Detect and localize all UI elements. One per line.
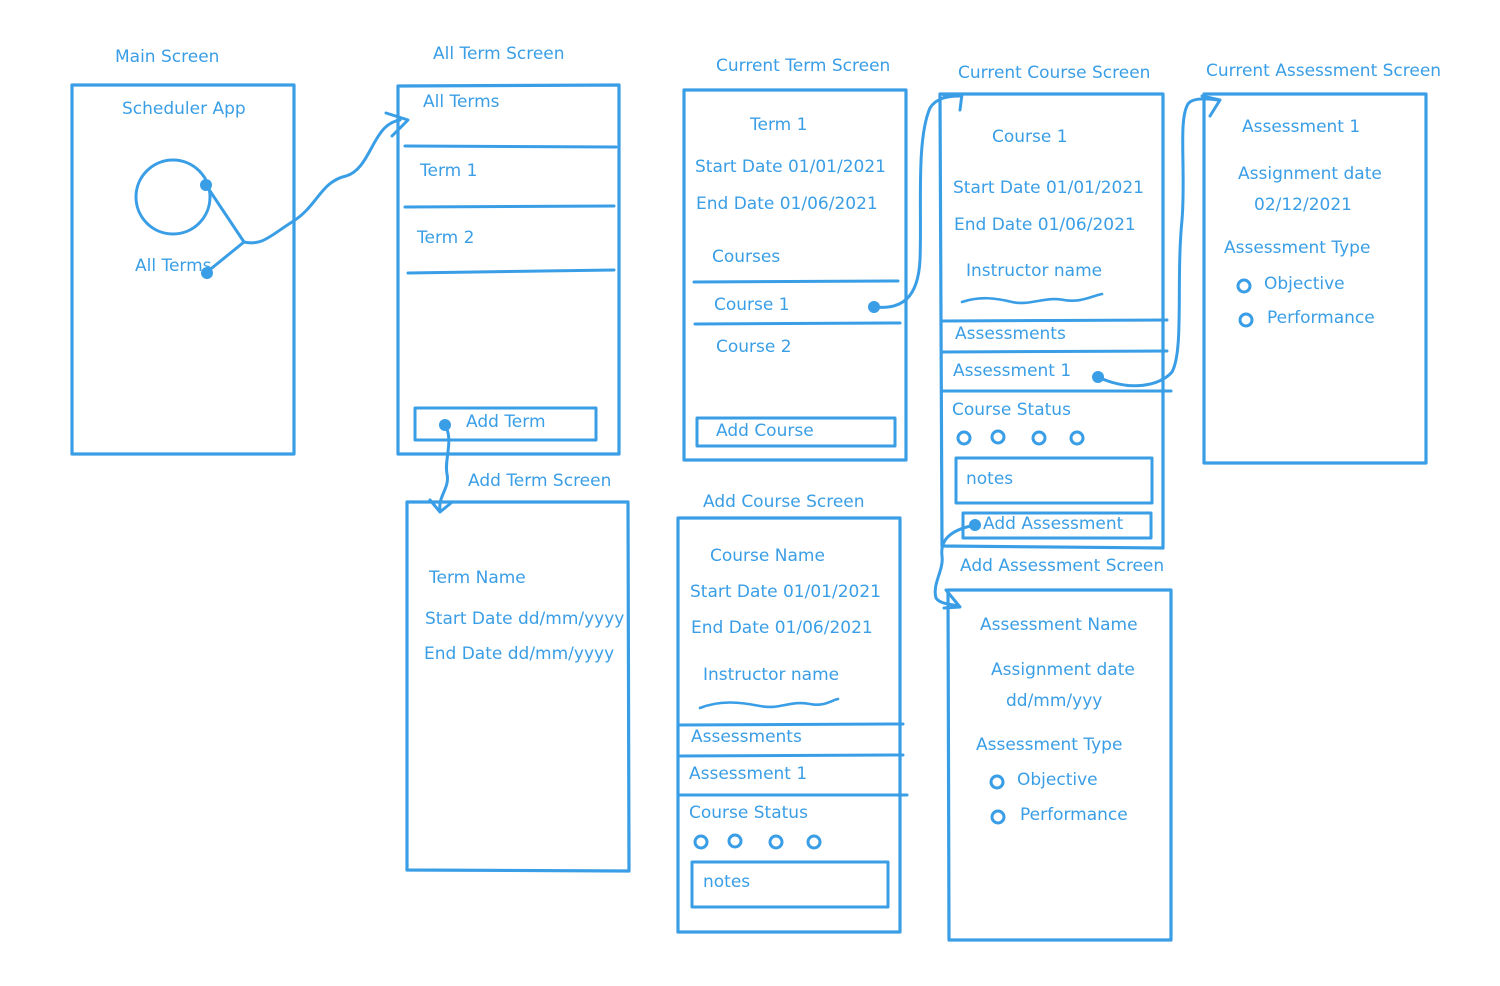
all-terms-header: All Terms <box>423 92 500 112</box>
divider <box>692 279 900 284</box>
arrow-course-to-current-course <box>872 94 962 309</box>
add-term-screen-title: Add Term Screen <box>468 471 612 491</box>
assessment-list-item[interactable]: Assessment 1 <box>953 363 1071 380</box>
add-assessment-button[interactable]: Add Assessment <box>983 516 1123 533</box>
status-circle <box>806 834 822 850</box>
course-list-item[interactable]: Course 1 <box>714 297 790 314</box>
status-circle <box>693 834 709 850</box>
radio-option-label[interactable]: Objective <box>1264 276 1345 293</box>
end-date-field[interactable]: End Date dd/mm/yyyy <box>424 646 614 663</box>
course-end-date: End Date 01/06/2021 <box>954 215 1136 235</box>
app-name: Scheduler App <box>122 99 246 119</box>
assessment-name: Assessment 1 <box>1242 117 1361 137</box>
arrow-assessment-to-current-assessment <box>1096 97 1220 388</box>
radio-option-label[interactable]: Performance <box>1267 310 1375 327</box>
term-name: Term 1 <box>750 115 808 135</box>
all-terms-link[interactable]: All Terms <box>135 258 212 275</box>
divider <box>406 268 616 275</box>
add-term-button[interactable]: Add Term <box>466 414 546 431</box>
current-course-screen-title: Current Course Screen <box>958 63 1151 83</box>
divider <box>940 318 1169 323</box>
radio-option-label[interactable]: Objective <box>1017 772 1098 789</box>
course-start-date: Start Date 01/01/2021 <box>953 178 1144 198</box>
current-term-screen-frame <box>682 88 908 462</box>
courses-heading: Courses <box>712 247 781 267</box>
instructor-name: Instructor name <box>966 261 1103 281</box>
term-start-date: Start Date 01/01/2021 <box>695 157 886 177</box>
radio-circle <box>989 774 1005 790</box>
add-term-screen-frame <box>405 500 631 873</box>
term-list-item[interactable]: Term 2 <box>417 230 474 247</box>
instructor-squiggle <box>960 292 1104 305</box>
assessment-list-item[interactable]: Assessment 1 <box>689 766 807 783</box>
course-status-label: Course Status <box>689 803 808 823</box>
status-circle <box>990 429 1006 445</box>
assignment-date-value: 02/12/2021 <box>1254 195 1352 215</box>
course-status-label: Course Status <box>952 400 1071 420</box>
radio-circle <box>990 809 1006 825</box>
assessment-type-label: Assessment Type <box>1224 238 1371 258</box>
course-name-field[interactable]: Course Name <box>710 548 825 565</box>
assessment-name-field[interactable]: Assessment Name <box>980 617 1138 634</box>
term-end-date: End Date 01/06/2021 <box>696 194 878 214</box>
assignment-date-label: Assignment date <box>991 660 1135 680</box>
status-circle <box>1031 430 1047 446</box>
end-date-field[interactable]: End Date 01/06/2021 <box>691 620 873 637</box>
radio-circle <box>1238 312 1254 328</box>
add-course-screen-title: Add Course Screen <box>703 492 865 512</box>
all-term-screen-title: All Term Screen <box>433 44 565 64</box>
add-assessment-screen-title: Add Assessment Screen <box>960 556 1165 576</box>
status-circle <box>727 833 743 849</box>
course-list-item[interactable]: Course 2 <box>716 339 792 356</box>
start-date-field[interactable]: Start Date 01/01/2021 <box>690 584 881 601</box>
instructor-name-field[interactable]: Instructor name <box>703 667 839 684</box>
term-list-item[interactable]: Term 1 <box>420 163 477 180</box>
course-name: Course 1 <box>992 127 1068 147</box>
assignment-date-field[interactable]: dd/mm/yyy <box>1006 693 1102 710</box>
main-screen-title: Main Screen <box>115 47 220 67</box>
status-circle <box>956 430 972 446</box>
current-assessment-screen-title: Current Assessment Screen <box>1206 61 1442 81</box>
logo-connector-dot <box>200 179 212 191</box>
radio-circle <box>1236 278 1252 294</box>
assessments-heading: Assessments <box>955 324 1066 344</box>
notes-field[interactable]: notes <box>966 471 1013 488</box>
add-course-button[interactable]: Add Course <box>716 423 814 440</box>
term-name-field[interactable]: Term Name <box>429 570 526 587</box>
add-assessment-screen-frame <box>946 588 1173 942</box>
assignment-date-label: Assignment date <box>1238 164 1382 184</box>
radio-option-label[interactable]: Performance <box>1020 807 1128 824</box>
start-date-field[interactable]: Start Date dd/mm/yyyy <box>425 611 624 628</box>
app-logo-circle <box>134 158 212 236</box>
divider <box>676 722 905 727</box>
arrow-add-term <box>438 423 451 512</box>
status-circle <box>768 834 784 850</box>
divider <box>693 321 902 326</box>
status-circle <box>1069 430 1085 446</box>
divider <box>403 204 616 209</box>
assessment-type-label: Assessment Type <box>976 735 1123 755</box>
divider <box>940 349 1169 354</box>
divider <box>403 144 618 149</box>
notes-field[interactable]: notes <box>703 874 750 891</box>
current-term-screen-title: Current Term Screen <box>716 56 891 76</box>
arrow-main-to-all-terms <box>242 118 402 245</box>
divider <box>676 753 905 758</box>
instructor-squiggle <box>698 697 840 710</box>
assessments-heading: Assessments <box>691 727 802 747</box>
